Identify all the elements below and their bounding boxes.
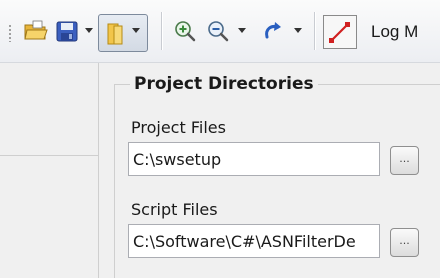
redo-button[interactable]	[260, 14, 286, 48]
directories-icon	[107, 23, 123, 45]
save-icon	[56, 21, 78, 42]
project-files-label: Project Files	[131, 118, 226, 137]
script-files-input[interactable]	[128, 224, 380, 258]
zoom-in-icon	[175, 21, 196, 42]
directories-dropdown-arrow[interactable]	[132, 28, 140, 33]
log-menu-label[interactable]: Log M	[371, 22, 418, 42]
group-title: Project Directories	[130, 74, 318, 94]
directories-button[interactable]	[98, 14, 148, 52]
options-panel: Project Directories Project Files ... Sc…	[99, 63, 440, 278]
project-files-browse-button[interactable]: ...	[390, 146, 419, 175]
toolbar-separator	[161, 12, 162, 50]
zoom-out-button[interactable]	[205, 14, 231, 48]
toolbar-separator	[314, 12, 315, 50]
script-files-browse-button[interactable]: ...	[390, 228, 419, 257]
pen-tool-button[interactable]	[323, 15, 357, 49]
zoom-dropdown-arrow[interactable]	[238, 28, 246, 33]
zoom-out-icon	[208, 21, 229, 42]
open-folder-icon	[24, 20, 48, 40]
project-files-input[interactable]	[128, 142, 380, 176]
pen-tool-icon	[329, 22, 350, 43]
left-panel	[0, 63, 99, 278]
save-button[interactable]	[54, 14, 80, 48]
redo-dropdown-arrow[interactable]	[294, 28, 302, 33]
script-files-label: Script Files	[131, 200, 218, 219]
left-panel-divider	[0, 155, 98, 156]
toolbar: Log M	[0, 0, 440, 63]
redo-icon	[265, 22, 281, 39]
save-dropdown-arrow[interactable]	[85, 28, 93, 33]
open-button[interactable]	[22, 14, 50, 48]
zoom-in-button[interactable]	[172, 14, 198, 48]
toolbar-grip[interactable]	[8, 24, 12, 42]
